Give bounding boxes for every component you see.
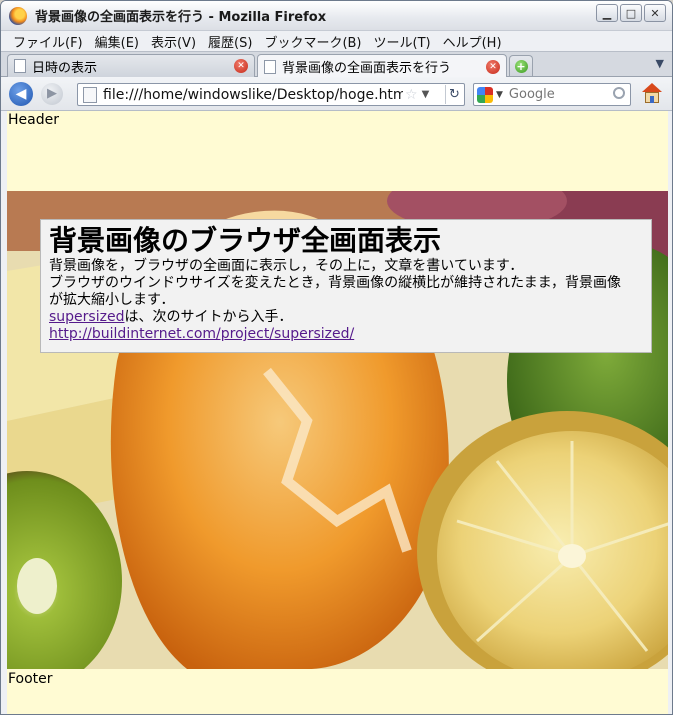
page-icon [14, 59, 26, 73]
page-content: Header 背景画像のブラウザ全画面表示 背景画像を，ブラウザの全画面に表示し… [7, 111, 668, 714]
page-footer: Footer [8, 671, 53, 687]
menu-file[interactable]: ファイル(F) [7, 32, 89, 51]
search-icon[interactable] [613, 87, 625, 99]
supersized-link[interactable]: supersized [49, 309, 124, 325]
firefox-logo-icon [9, 6, 27, 25]
maximize-button[interactable]: □ [620, 4, 642, 22]
page-icon [83, 86, 97, 103]
window-controls: ▁ □ ✕ [596, 4, 666, 22]
page-icon [264, 59, 276, 74]
arrow-right-icon: ▶ [47, 86, 57, 101]
url-history-chevron-down-icon[interactable]: ▼ [422, 89, 430, 100]
bookmark-star-icon[interactable]: ☆ [405, 87, 418, 103]
arrow-left-icon: ◀ [15, 86, 27, 102]
tab-label: 背景画像の全画面表示を行う [282, 61, 452, 76]
plus-icon: + [514, 59, 528, 73]
window-title: 背景画像の全画面表示を行う - Mozilla Firefox [35, 10, 327, 25]
tab-datetime[interactable]: 日時の表示 ✕ [7, 54, 255, 77]
tab-bar: 日時の表示 ✕ 背景画像の全画面表示を行う ✕ + ▼ [1, 51, 672, 78]
tab-label: 日時の表示 [32, 60, 98, 76]
menu-edit[interactable]: 編集(E) [89, 32, 145, 51]
fruit-background-image: 背景画像のブラウザ全画面表示 背景画像を，ブラウザの全画面に表示し，その上に，文… [7, 191, 668, 669]
source-suffix: は、次のサイトから入手． [124, 309, 293, 325]
search-engine-chevron-down-icon[interactable]: ▼ [496, 90, 503, 100]
minimize-button[interactable]: ▁ [596, 4, 618, 22]
url-input[interactable]: file:///home/windowslike/Desktop/hoge.ht… [103, 87, 403, 103]
tab-close-icon[interactable]: ✕ [234, 59, 248, 73]
source-line: supersizedは、次のサイトから入手． [49, 309, 643, 326]
menu-bookmarks[interactable]: ブックマーク(B) [258, 32, 367, 51]
menu-help[interactable]: ヘルプ(H) [437, 32, 508, 51]
description-line-2: ブラウザのウインドウサイズを変えたとき，背景画像の縦横比が維持されたまま，背景画… [49, 275, 622, 291]
search-input[interactable] [508, 87, 609, 102]
browser-window: 背景画像の全画面表示を行う - Mozilla Firefox ▁ □ ✕ ファ… [0, 0, 673, 715]
menu-view[interactable]: 表示(V) [145, 32, 202, 51]
home-icon [642, 83, 662, 92]
menu-history[interactable]: 履歴(S) [202, 32, 258, 51]
title-bar: 背景画像の全画面表示を行う - Mozilla Firefox ▁ □ ✕ [1, 1, 672, 31]
close-window-button[interactable]: ✕ [644, 4, 666, 22]
description-line-1: 背景画像を，ブラウザの全画面に表示し，その上に，文章を書いています． [49, 258, 524, 274]
new-tab-button[interactable]: + [509, 55, 533, 76]
minimize-icon: ▁ [602, 6, 612, 20]
page-header: Header [8, 112, 59, 128]
forward-button[interactable]: ▶ [41, 83, 63, 105]
navigation-bar: ◀ ▶ file:///home/windowslike/Desktop/hog… [1, 77, 672, 111]
close-icon: ✕ [650, 6, 660, 20]
maximize-icon: □ [625, 6, 637, 20]
google-logo-icon[interactable] [477, 86, 493, 103]
info-panel: 背景画像のブラウザ全画面表示 背景画像を，ブラウザの全画面に表示し，その上に，文… [40, 219, 652, 353]
home-button[interactable] [641, 82, 663, 104]
tab-list-chevron-down-icon[interactable]: ▼ [656, 57, 664, 70]
url-line: http://buildinternet.com/project/supersi… [49, 326, 643, 343]
back-button[interactable]: ◀ [9, 82, 33, 106]
menu-tools[interactable]: ツール(T) [368, 32, 437, 51]
page-heading: 背景画像のブラウザ全画面表示 [49, 224, 442, 257]
description-line-3: が拡大縮小します． [49, 292, 175, 308]
tab-background-fullscreen[interactable]: 背景画像の全画面表示を行う ✕ [257, 54, 507, 78]
tab-close-icon[interactable]: ✕ [486, 59, 500, 74]
search-bar[interactable]: ▼ [473, 83, 631, 106]
url-bar[interactable]: file:///home/windowslike/Desktop/hoge.ht… [77, 83, 465, 106]
menu-bar: ファイル(F) 編集(E) 表示(V) 履歴(S) ブックマーク(B) ツール(… [1, 31, 672, 51]
reload-icon[interactable]: ↻ [445, 85, 463, 104]
buildinternet-link[interactable]: http://buildinternet.com/project/supersi… [49, 326, 354, 342]
